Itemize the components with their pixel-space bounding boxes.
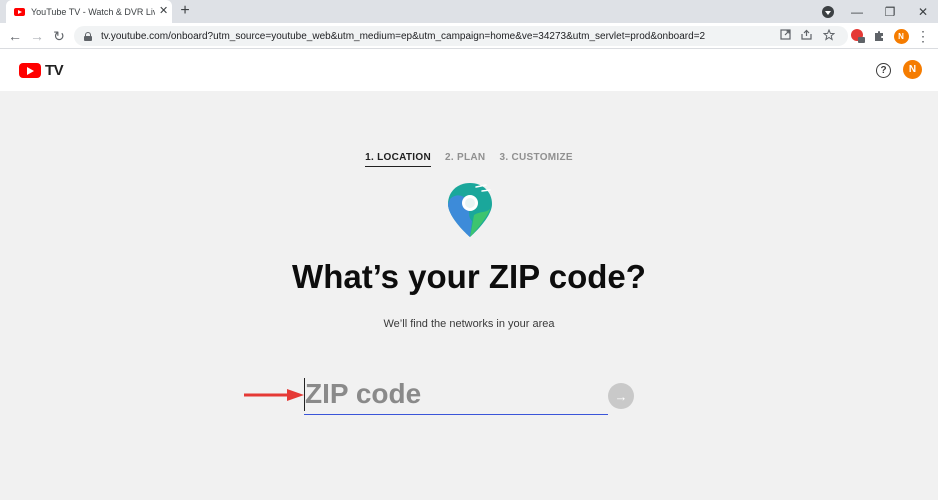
- lock-icon[interactable]: [84, 31, 92, 41]
- url-text: tv.youtube.com/onboard?utm_source=youtub…: [101, 30, 706, 42]
- annotation-arrow-icon: [244, 389, 304, 401]
- close-window-button[interactable]: ✕: [912, 0, 934, 23]
- browser-menu-icon[interactable]: ⋮: [914, 27, 932, 45]
- location-pin-icon: [448, 183, 492, 237]
- account-avatar[interactable]: N: [903, 60, 922, 79]
- back-icon[interactable]: ←: [6, 27, 24, 45]
- browser-toolbar: ← → ↻ tv.youtube.com/onboard?utm_source=…: [0, 23, 938, 49]
- site-header: TV ? N: [0, 49, 938, 91]
- close-tab-icon[interactable]: ✕: [159, 6, 168, 17]
- reload-icon[interactable]: ↻: [50, 27, 68, 45]
- extension-badge-icon[interactable]: [849, 27, 867, 45]
- youtube-tv-logo[interactable]: TV: [19, 62, 64, 79]
- youtube-favicon-icon: [14, 7, 25, 16]
- address-bar[interactable]: tv.youtube.com/onboard?utm_source=youtub…: [74, 26, 848, 46]
- onboarding-steps: 1. LOCATION 2. PLAN 3. CUSTOMIZE: [0, 152, 938, 167]
- puzzle-extension-icon[interactable]: [870, 27, 888, 45]
- logo-text: TV: [45, 62, 64, 79]
- browser-tab[interactable]: YouTube TV - Watch & DVR Live ✕: [6, 0, 172, 23]
- step-location: 1. LOCATION: [365, 152, 431, 167]
- submit-zip-button[interactable]: →: [608, 383, 634, 409]
- zip-code-input[interactable]: [304, 374, 608, 415]
- new-tab-button[interactable]: +: [176, 2, 194, 20]
- page-subtitle: We’ll find the networks in your area: [383, 318, 555, 330]
- forward-icon[interactable]: →: [28, 27, 46, 45]
- share-icon[interactable]: [801, 29, 812, 44]
- help-icon[interactable]: ?: [876, 63, 891, 78]
- step-customize: 3. CUSTOMIZE: [499, 152, 573, 163]
- tab-search-icon[interactable]: [822, 6, 834, 18]
- restore-button[interactable]: ❐: [879, 0, 901, 23]
- minimize-button[interactable]: —: [846, 0, 868, 23]
- step-plan: 2. PLAN: [445, 152, 486, 163]
- page-title: What’s your ZIP code?: [292, 258, 646, 295]
- profile-avatar-button[interactable]: N: [892, 27, 910, 45]
- install-app-icon[interactable]: [780, 29, 791, 44]
- tab-title: YouTube TV - Watch & DVR Live: [31, 6, 155, 17]
- bookmark-star-icon[interactable]: [822, 28, 836, 45]
- youtube-play-icon: [19, 63, 41, 78]
- browser-tab-strip: YouTube TV - Watch & DVR Live ✕ + — ❐ ✕: [0, 0, 938, 23]
